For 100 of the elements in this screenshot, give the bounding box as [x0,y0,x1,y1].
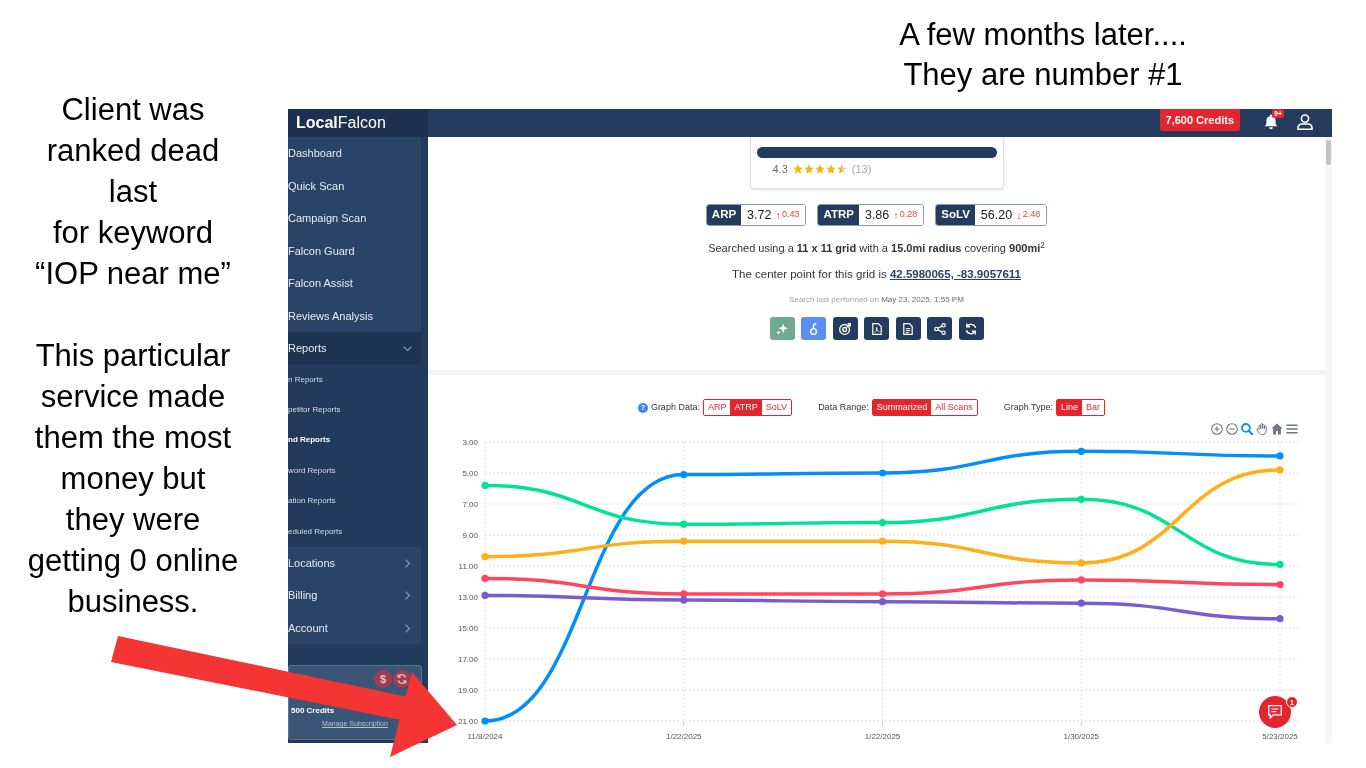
x-axis-label: 1/30/2025 [1063,732,1100,741]
sidebar-item[interactable]: Billing [288,579,421,612]
chevron-right-icon [403,591,412,601]
caption-text: A few months later.... They are number #1 [899,16,1187,94]
sidebar-subitem[interactable]: eduled Reports [288,516,421,547]
data-point [878,519,887,527]
metric-change: 0.28 [899,208,918,222]
sidebar-item[interactable]: Quick Scan [288,169,421,202]
chat-icon [1268,705,1282,719]
control-label: Graph Data: [650,400,700,414]
data-point [1077,576,1085,584]
sidebar-subitem[interactable]: n Reports [288,364,421,395]
star-icon [792,164,803,174]
help-icon[interactable]: ? [637,402,648,413]
sparkle-icon [776,322,788,335]
home-icon[interactable] [1271,423,1283,435]
refresh-icon [965,322,977,335]
sidebar-item[interactable]: Reviews Analysis [288,299,421,332]
y-axis-label: 5.00 [462,469,478,478]
search-summary: Searched using a 11 x 11 grid with a 15.0mi radius covering 900mi$^{2}$ [708,241,1045,255]
scrollbar[interactable] [1325,137,1332,743]
last-performed-text: Search last performed on May 23, 2025, 1:55 PM [789,295,964,305]
logo[interactable]: LocalFalcon [296,115,386,131]
data-point [680,470,688,479]
data-point [481,481,489,489]
star-icon [825,164,836,174]
metric-value: 3.72 [747,206,772,224]
star-icon [814,164,825,174]
data-point [1077,559,1085,567]
dollar-button[interactable]: $ [374,670,392,688]
chat-button[interactable] [1259,696,1291,728]
y-axis-label: 3.00 [462,438,478,447]
refresh-icon[interactable] [393,670,411,688]
control-label: Graph Type: [1003,400,1054,414]
data-point [1276,615,1284,623]
toggle-option[interactable]: ATRP [730,400,762,415]
data-point [1077,599,1085,607]
metric-label: SoLV [936,205,975,225]
data-point [1276,581,1284,589]
star-icon [803,164,814,174]
pdf-button[interactable] [864,317,889,340]
sidebar-subitem[interactable]: word Reports [288,455,421,487]
review-count: (13) [851,163,872,175]
search-icon[interactable] [1241,423,1253,435]
y-axis-label: 9.00 [462,531,478,540]
data-point [481,591,489,600]
y-axis-label: 7.00 [462,500,478,509]
sidebar-subitem[interactable]: ation Reports [288,486,421,517]
zoom-in-icon[interactable] [1211,423,1223,435]
trend-arrow: ↓ [1016,209,1022,221]
toggle-option[interactable]: Summarized [872,400,932,415]
metric-change: 0.43 [781,208,800,222]
document-icon [902,322,914,335]
document-button[interactable] [895,317,921,340]
user-icon[interactable] [1297,114,1313,130]
sidebar-subitem[interactable]: nd Reports [288,425,421,456]
y-axis-label: 21.00 [457,717,478,726]
data-point [481,574,489,582]
scrollbar-thumb[interactable] [1326,140,1331,165]
share-icon [933,322,946,335]
sidebar-item[interactable]: Falcon Guard [288,234,421,267]
y-axis-label: 11.00 [458,562,478,571]
credits-button[interactable]: 7,600 Credits [1159,109,1240,131]
sidebar-item[interactable]: Campaign Scan [288,202,421,235]
share-button[interactable] [927,317,952,340]
zoom-out-icon[interactable] [1226,423,1238,435]
chevron-right-icon [403,623,412,633]
x-axis-label: 11/8/2024 [467,732,503,741]
sidebar-item[interactable]: Falcon Assist [288,267,421,300]
hook-icon [807,322,820,335]
data-point [1077,447,1085,455]
caption-text: This particular service made them the most money but they were getting 0 online business. [27,337,239,621]
sparkle-button[interactable] [769,317,795,340]
data-point [1276,466,1284,474]
x-axis-label: 1/22/2025 [864,732,901,741]
hand-icon[interactable] [1256,423,1268,435]
sidebar-item[interactable]: Locations [288,546,421,580]
caption-text: Client was ranked dead last for keyword “IOP near me” [35,91,231,293]
sidebar-item[interactable]: Reports [288,332,421,365]
metric-label: ATRP [818,205,859,225]
metric-value: 56.20 [980,206,1013,224]
sidebar-item[interactable]: Account [288,611,421,645]
refresh-button[interactable] [958,317,984,340]
target-icon [839,322,851,335]
pdf-file-icon [870,322,883,335]
sidebar-subitem[interactable]: petitor Reports [288,394,421,426]
toggle-option[interactable]: Line [1057,400,1083,415]
y-axis-label: 17.00 [457,655,478,664]
bell-icon[interactable] [1263,114,1279,130]
menu-icon[interactable] [1286,423,1298,435]
hook-button[interactable] [801,317,826,340]
sidebar-item[interactable]: Dashboard [288,137,421,170]
target-button[interactable] [832,317,858,340]
metric-value: 3.86 [864,206,890,224]
metric-label: ARP [706,205,742,225]
trend-arrow: ↑ [893,209,899,221]
coordinates-link[interactable]: 42.5980065, -83.9057611 [889,268,1021,280]
star-icon [836,164,847,174]
data-point [680,520,688,528]
y-axis-label: 15.00 [457,624,478,633]
